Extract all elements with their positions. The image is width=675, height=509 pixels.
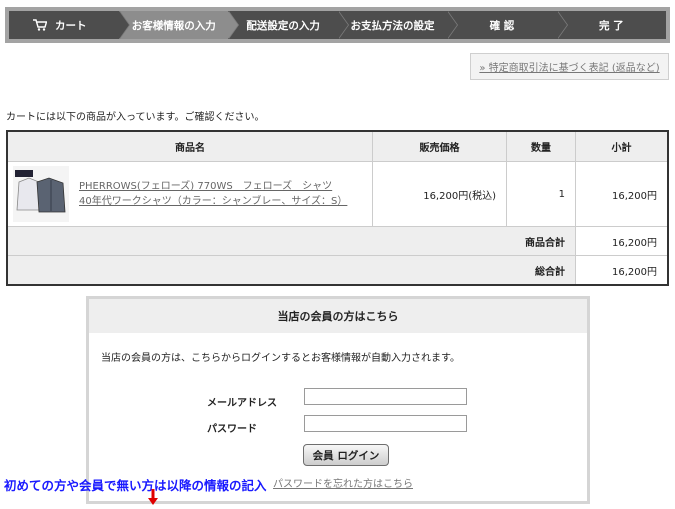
step-confirm: 確 認 <box>447 11 568 39</box>
email-label: メールアドレス <box>207 398 277 409</box>
down-arrow-icon <box>148 489 158 505</box>
item-subtotal: 16,200円 <box>575 161 669 227</box>
guest-note: 初めての方や会員で無い方は以降の情報の記入 <box>4 478 267 493</box>
product-name-link[interactable]: PHERROWS(フェローズ) 770WS フェローズ シャツ 40年代ワークシ… <box>79 179 347 209</box>
item-price: 16,200円(税込) <box>372 161 507 227</box>
product-total-value: 16,200円 <box>575 226 669 256</box>
step-label: 確 認 <box>489 19 515 32</box>
cart-table: 商品名 販売価格 数量 小計 PHERROWS(フェローズ) 770WS フェロ… <box>6 130 669 286</box>
legal-notice-box: » 特定商取引法に基づく表記 (返品など) <box>470 53 669 80</box>
item-qty: 1 <box>506 161 576 227</box>
login-title: 当店の会員の方はこちら <box>89 299 587 333</box>
col-qty: 数量 <box>506 130 576 162</box>
step-label: お支払方法の設定 <box>350 19 435 32</box>
table-header-row: 商品名 販売価格 数量 小計 <box>6 130 669 162</box>
member-login-box: 当店の会員の方はこちら 当店の会員の方は、こちらからログインするとお客様情報が自… <box>86 296 590 504</box>
checkout-steps: カート お客様情報の入力 配送設定の入力 お支払方法の設定 確 認 完 了 <box>5 7 670 43</box>
password-label: パスワード <box>207 424 257 435</box>
col-subtotal: 小計 <box>575 130 669 162</box>
legal-notice-link[interactable]: » 特定商取引法に基づく表記 (返品など) <box>479 59 659 74</box>
cart-icon <box>33 19 47 31</box>
step-label: お客様情報の入力 <box>131 19 216 32</box>
forgot-password-link[interactable]: パスワードを忘れた方はこちら <box>273 475 413 490</box>
password-field[interactable] <box>304 415 467 432</box>
product-name-line1: PHERROWS(フェローズ) 770WS フェローズ シャツ <box>79 181 333 192</box>
table-row: PHERROWS(フェローズ) 770WS フェローズ シャツ 40年代ワークシ… <box>6 161 669 227</box>
item-cell: PHERROWS(フェローズ) 770WS フェローズ シャツ 40年代ワークシ… <box>6 161 373 227</box>
col-product-name: 商品名 <box>6 130 373 162</box>
grand-total-row: 総合計 16,200円 <box>6 255 669 286</box>
grand-total-label: 総合計 <box>6 255 576 286</box>
col-price: 販売価格 <box>372 130 507 162</box>
grand-total-value: 16,200円 <box>575 255 669 286</box>
step-complete: 完 了 <box>557 11 666 39</box>
step-label: 完 了 <box>599 19 624 32</box>
step-delivery: 配送設定の入力 <box>228 11 349 39</box>
product-name-line2: 40年代ワークシャツ（カラー：シャンブレー、サイズ：S） <box>79 196 348 207</box>
step-payment: お支払方法の設定 <box>338 11 459 39</box>
product-total-row: 商品合計 16,200円 <box>6 226 669 256</box>
product-thumbnail[interactable] <box>13 166 69 222</box>
step-customer-info: お客様情報の入力 <box>119 11 240 39</box>
login-description: 当店の会員の方は、こちらからログインするとお客様情報が自動入力されます。 <box>101 353 460 364</box>
email-field[interactable] <box>304 388 467 405</box>
step-label: 配送設定の入力 <box>246 19 320 32</box>
product-total-label: 商品合計 <box>6 226 576 256</box>
cart-notice: カートには以下の商品が入っています。ご確認ください。 <box>6 112 265 123</box>
step-label: カート <box>55 19 87 32</box>
step-cart[interactable]: カート <box>9 11 130 39</box>
member-login-button[interactable]: 会員 ログイン <box>303 444 389 466</box>
